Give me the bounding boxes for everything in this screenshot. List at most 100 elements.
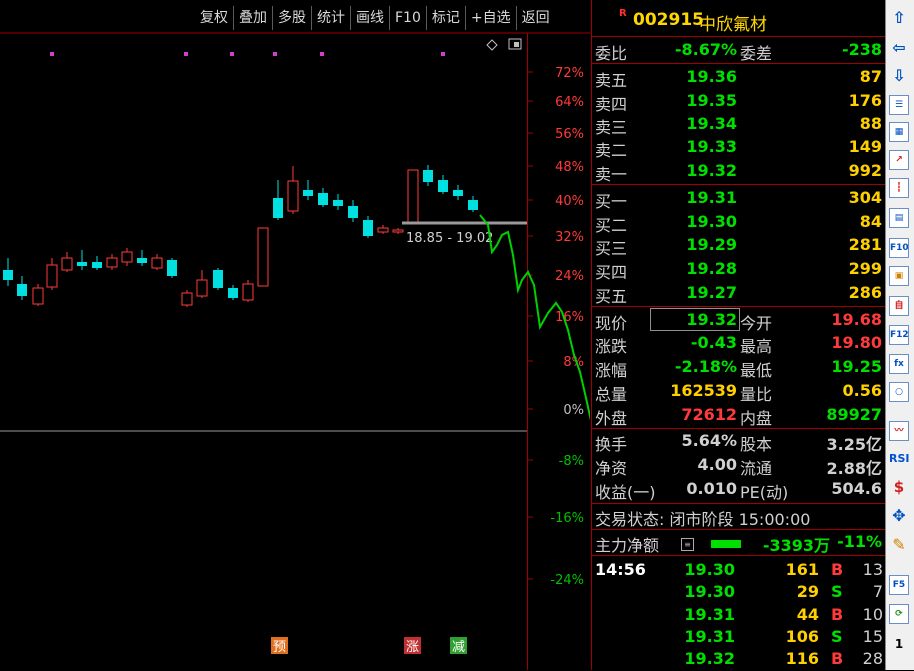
dollar-icon[interactable]: $ [889,477,909,497]
stock-name[interactable]: 中欣氟材 [699,10,767,35]
main-force-row: 主力净额 ≡ -3393万 -11% [592,531,885,555]
event-marker-jian[interactable]: 减 [450,637,467,655]
candle-body-up [242,283,254,301]
event-marker-zhang[interactable]: 涨 [404,637,421,655]
ask-label: 卖三 [595,118,628,137]
list-icon[interactable]: ☰ [889,95,909,115]
stat-row: 现价 19.32 今开 19.68 [592,309,885,333]
bid-row[interactable]: 买三 19.29 281 [592,234,885,258]
mark-button[interactable]: 标记 [425,6,465,30]
pencil-icon[interactable]: ✎ [889,535,909,555]
low-label: 最低 [740,361,773,380]
ask-row[interactable]: 卖三 19.34 88 [592,113,885,137]
tick-count: 15 [862,627,883,646]
down-arrow-icon[interactable]: ⇩ [889,66,909,86]
formula-icon[interactable]: fx [889,354,909,374]
tick-row[interactable]: 19.30 29 S 7 [592,582,885,604]
multi-stock-button[interactable]: 多股 [272,6,311,30]
trade-status: 交易状态: 闭市阶段 15:00:00 [595,510,811,529]
ask-price: 19.32 [686,161,737,180]
refresh-icon[interactable]: ⟳ [889,604,909,624]
high-label: 最高 [740,337,773,356]
up-arrow-icon[interactable]: ⇧ [889,8,909,28]
kline-chart[interactable]: 72%64%56%48%40%32%24%16%8%0%-8%-16%-24% … [0,0,590,670]
ask-volume: 87 [859,67,882,86]
candle-body-up [151,257,163,269]
bid-price: 19.30 [686,212,737,231]
line-chart-icon[interactable]: ↗ [889,150,909,170]
tick-price: 19.31 [684,627,735,646]
net-assets-value: 4.00 [697,455,737,474]
ask-volume: 176 [848,91,882,110]
bid-row[interactable]: 买二 19.30 84 [592,211,885,235]
tick-row[interactable]: 19.32 116 B 28 [592,649,885,671]
back-button[interactable]: 返回 [515,6,555,30]
zixuan-icon[interactable]: 自 [889,296,909,316]
candle-body-down [213,270,223,288]
ask-row[interactable]: 卖一 19.32 992 [592,160,885,184]
low-value: 19.25 [831,357,882,376]
f12-icon[interactable]: F12 [889,325,909,345]
tick-count: 13 [862,560,883,579]
candle-body-down [273,198,283,218]
f5-icon[interactable]: F5 [889,575,909,595]
page-number-icon[interactable]: 1 [889,634,909,654]
bid-label: 买四 [595,263,628,282]
ask-row[interactable]: 卖二 19.33 149 [592,136,885,160]
turnover-value: 5.64% [681,431,737,450]
bid-row[interactable]: 买一 19.31 304 [592,187,885,211]
right-toolbar: ⇧ ⇦ ⇩ ☰ ▦ ↗ ┇ ▤ F10 ▣ 自 F12 fx ○ 〰 RSI $… [885,0,914,670]
candle-body-up [32,287,44,305]
draw-line-button[interactable]: 画线 [350,6,389,30]
move-icon[interactable]: ✥ [889,506,909,526]
candle-body-up [377,227,389,233]
tick-row[interactable]: 14:56 19.30 161 B 13 [592,560,885,582]
open-label: 今开 [740,314,773,333]
candle-body-up [257,227,269,287]
change-value: -0.43 [690,333,737,352]
candle-body-up [196,279,208,297]
y-tick-label: 32% [555,230,584,245]
event-dot [273,52,277,56]
bid-price: 19.28 [686,259,737,278]
bid-label: 买五 [595,287,628,306]
eps-label: 收益(一) [595,483,656,502]
tick-count: 7 [872,582,883,601]
candle-body-up [121,251,133,263]
main-force-pct: -11% [837,532,882,551]
tick-side: B [831,649,844,668]
overlay-button[interactable]: 叠加 [233,6,272,30]
tick-row[interactable]: 19.31 44 B 10 [592,605,885,627]
ask-row[interactable]: 卖五 19.36 87 [592,66,885,90]
notes-icon[interactable]: ▣ [889,266,909,286]
f10-button[interactable]: F10 [389,6,426,30]
candle-chart-icon[interactable]: ┇ [889,178,909,198]
outer-volume-value: 72612 [681,405,737,424]
event-marker-yu[interactable]: 预 [271,637,288,655]
grid-icon[interactable]: ▦ [889,122,909,142]
bid-row[interactable]: 买五 19.27 286 [592,282,885,306]
bid-label: 买三 [595,239,628,258]
table-icon[interactable]: ▤ [889,208,909,228]
ask-row[interactable]: 卖四 19.35 176 [592,90,885,114]
left-arrow-icon[interactable]: ⇦ [889,38,909,58]
pe-label: PE(动) [740,483,789,502]
add-watchlist-button[interactable]: +自选 [464,6,516,30]
diamond-icon[interactable] [486,39,498,51]
bid-volume: 299 [848,259,882,278]
circle-icon[interactable]: ○ [889,382,909,402]
y-tick-label: -16% [550,511,584,526]
wave-icon[interactable]: 〰 [889,421,909,441]
fuquan-button[interactable]: 复权 [195,6,233,30]
bid-row[interactable]: 买四 19.28 299 [592,258,885,282]
statistics-button[interactable]: 统计 [311,6,350,30]
stat-row: 外盘 72612 内盘 89927 [592,404,885,428]
y-tick-label: -8% [559,454,584,469]
high-value: 19.80 [831,333,882,352]
f10-icon[interactable]: F10 [889,238,909,258]
kline-chart-area[interactable]: 72% 64% 56% 48% 40% 32% 24% 16% 8% 0% -8% -16% -24% … [0,0,590,670]
rsi-icon[interactable]: RSI [889,449,909,469]
stock-code[interactable]: 002915 [633,10,704,30]
document-icon[interactable]: ≡ [681,538,694,551]
tick-row[interactable]: 19.31 106 S 15 [592,627,885,649]
